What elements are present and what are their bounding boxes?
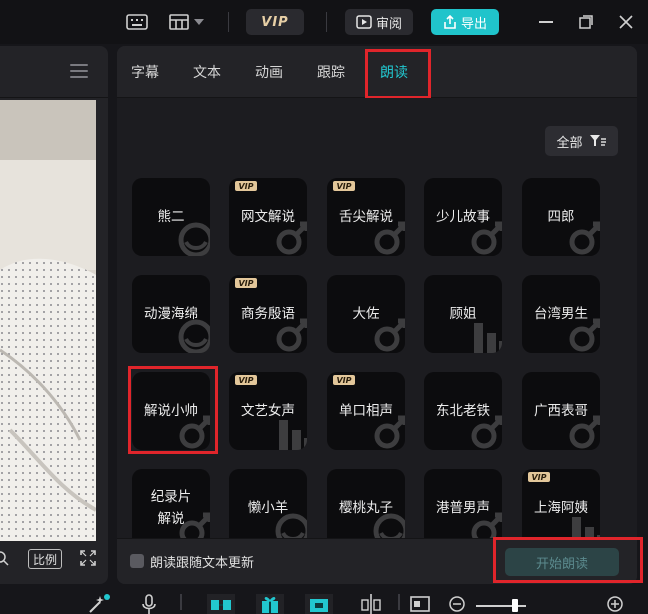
- filter-icon: [589, 135, 606, 146]
- ratio-button[interactable]: 比例: [28, 549, 62, 569]
- voice-name: 商务殷语: [241, 306, 295, 322]
- voice-card[interactable]: VIP 网文解说: [229, 178, 307, 256]
- filter-label: 全部: [556, 135, 583, 151]
- top-bar: VIP 审阅 导出: [0, 0, 648, 44]
- voice-card[interactable]: 顾姐: [424, 275, 502, 353]
- voice-card[interactable]: 东北老铁: [424, 372, 502, 450]
- voice-card[interactable]: VIP 商务殷语: [229, 275, 307, 353]
- voice-card[interactable]: 动漫海绵: [132, 275, 210, 353]
- filter-button[interactable]: 全部: [545, 126, 618, 156]
- restore-icon[interactable]: [576, 12, 596, 32]
- voice-card[interactable]: 四郎: [522, 178, 600, 256]
- voice-name: 四郎: [547, 209, 575, 225]
- voice-name: 纪录片 解说: [150, 489, 192, 527]
- follow-text-label: 朗读跟随文本更新: [150, 556, 255, 571]
- voice-highlight-box: [128, 366, 218, 454]
- voice-name: 文艺女声: [241, 403, 295, 419]
- link-icon[interactable]: [207, 594, 235, 614]
- voice-list: 全部 熊二 VIP 网文解说 VIP 舌尖解说 少儿故事 四郎动漫海绵 VIP 商务殷语 大佐 顾姐…: [117, 98, 637, 547]
- zoom-out-icon[interactable]: [448, 594, 466, 614]
- tab-text[interactable]: 文本: [193, 62, 221, 82]
- export-button[interactable]: 导出: [431, 9, 499, 35]
- review-label: 审阅: [375, 16, 402, 32]
- divider: [326, 12, 327, 32]
- layout-icon[interactable]: [166, 10, 192, 34]
- magic-icon[interactable]: [88, 594, 110, 614]
- mic-icon[interactable]: [142, 594, 156, 614]
- voice-card[interactable]: VIP 上海阿姨: [522, 469, 600, 547]
- voice-card[interactable]: 熊二: [132, 178, 210, 256]
- voice-name: 台湾男生: [534, 306, 588, 322]
- voice-card[interactable]: VIP 文艺女声: [229, 372, 307, 450]
- review-icon: [356, 15, 372, 29]
- voice-name: 动漫海绵: [144, 306, 198, 322]
- voice-name: 懒小羊: [247, 500, 289, 516]
- voice-name: 大佐: [352, 306, 380, 322]
- preview-header: [0, 46, 108, 98]
- zoom-in-icon[interactable]: [606, 594, 624, 614]
- tab-subtitle[interactable]: 字幕: [131, 62, 159, 82]
- screen-icon[interactable]: [410, 594, 430, 614]
- voice-card[interactable]: 樱桃丸子: [327, 469, 405, 547]
- divider: [228, 12, 229, 32]
- menu-icon[interactable]: [70, 64, 88, 78]
- voice-name: 樱桃丸子: [339, 500, 393, 516]
- tab-bar: 字幕 文本 动画 跟踪 朗读: [117, 46, 637, 99]
- voice-card[interactable]: 台湾男生: [522, 275, 600, 353]
- voice-name: 广西表哥: [534, 403, 588, 419]
- voice-card[interactable]: VIP 舌尖解说: [327, 178, 405, 256]
- voice-name: 舌尖解说: [339, 209, 393, 225]
- voice-name: 东北老铁: [436, 403, 490, 419]
- voice-name: 熊二: [157, 209, 185, 225]
- keyboard-icon[interactable]: [124, 10, 150, 34]
- follow-text-checkbox[interactable]: [130, 554, 144, 568]
- vip-button[interactable]: VIP: [246, 9, 304, 35]
- voice-name: 网文解说: [241, 209, 295, 225]
- voice-name: 上海阿姨: [534, 500, 588, 516]
- voice-card[interactable]: 纪录片 解说: [132, 469, 210, 547]
- voice-name: 港普男声: [436, 500, 490, 516]
- voice-card[interactable]: 港普男声: [424, 469, 502, 547]
- tab-highlight-box: [365, 49, 431, 99]
- start-highlight-box: [493, 537, 643, 583]
- chevron-down-icon[interactable]: [192, 10, 206, 34]
- voice-card[interactable]: 懒小羊: [229, 469, 307, 547]
- video-preview[interactable]: [0, 100, 96, 541]
- export-icon: [444, 15, 456, 29]
- voice-card[interactable]: 大佐: [327, 275, 405, 353]
- gift-icon[interactable]: [256, 594, 284, 614]
- fullscreen-icon[interactable]: [80, 550, 96, 570]
- preview-panel: 比例: [0, 46, 108, 584]
- voice-card[interactable]: 少儿故事: [424, 178, 502, 256]
- voice-name: 顾姐: [449, 306, 477, 322]
- voice-card[interactable]: VIP 单口相声: [327, 372, 405, 450]
- split-icon[interactable]: [360, 594, 382, 614]
- frame-icon[interactable]: [305, 594, 333, 614]
- zoom-slider[interactable]: [476, 594, 526, 614]
- voice-name: 单口相声: [339, 403, 393, 419]
- zoom-icon[interactable]: [0, 550, 10, 570]
- timeline-toolbar: [0, 590, 648, 614]
- divider: [398, 594, 400, 610]
- review-button[interactable]: 审阅: [345, 9, 413, 35]
- tab-tracking[interactable]: 跟踪: [317, 62, 345, 82]
- text-panel: 字幕 文本 动画 跟踪 朗读 全部 熊二 VIP 网文解说 VIP 舌尖解说 少儿故事 四郎…: [117, 46, 637, 584]
- minimize-icon[interactable]: [536, 12, 556, 32]
- preview-toolbar: 比例: [0, 534, 108, 584]
- close-icon[interactable]: [616, 12, 636, 32]
- tab-animation[interactable]: 动画: [255, 62, 283, 82]
- divider: [180, 594, 182, 610]
- voice-card[interactable]: 广西表哥: [522, 372, 600, 450]
- export-label: 导出: [460, 16, 487, 32]
- voice-name: 少儿故事: [436, 209, 490, 225]
